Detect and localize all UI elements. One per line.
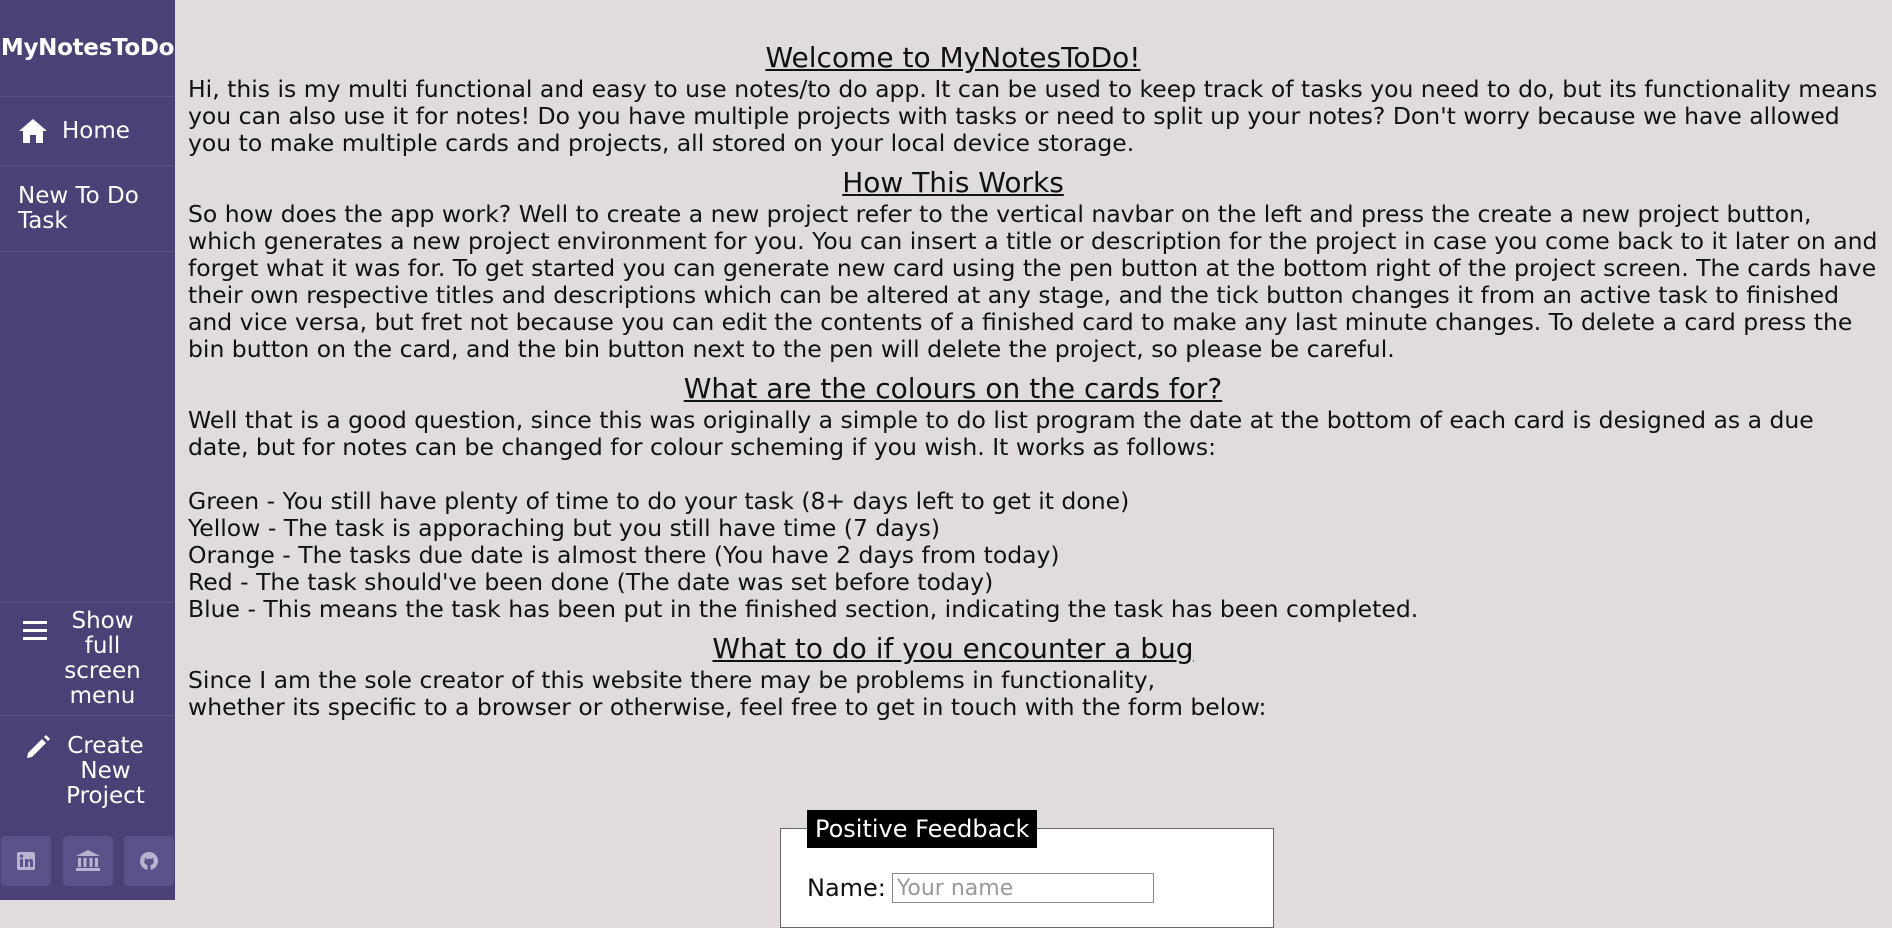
colours-list: Green - You still have plenty of time to…: [188, 488, 1878, 623]
colours-intro: Well that is a good question, since this…: [188, 406, 1814, 461]
nav-new-todo-task[interactable]: New To Do Task: [0, 166, 175, 252]
nav-home-label: Home: [62, 118, 130, 144]
how-text: So how does the app work? Well to create…: [188, 200, 1878, 363]
linkedin-link[interactable]: [1, 836, 51, 886]
bug-text-line-1: Since I am the sole creator of this webs…: [188, 666, 1156, 694]
name-label: Name:: [807, 874, 886, 902]
feedback-form: Positive Feedback Name:: [780, 810, 1274, 928]
how-heading: How This Works: [842, 166, 1064, 199]
welcome-text: Hi, this is my multi functional and easy…: [188, 75, 1878, 157]
home-icon: [19, 119, 47, 143]
main-content: Welcome to MyNotesToDo! Hi, this is my m…: [188, 40, 1878, 721]
name-input[interactable]: [891, 873, 1154, 903]
show-full-screen-menu-button[interactable]: Show full screen menu: [0, 602, 175, 716]
welcome-heading: Welcome to MyNotesToDo!: [765, 41, 1141, 74]
colour-item-red: Red - The task should've been done (The …: [188, 568, 994, 596]
feedback-legend: Positive Feedback: [807, 810, 1038, 848]
bug-heading: What to do if you encounter a bug: [712, 632, 1194, 665]
colour-item-blue: Blue - This means the task has been put …: [188, 595, 1419, 623]
bank-icon: [75, 850, 100, 871]
github-link[interactable]: [124, 836, 174, 886]
sidebar: MyNotesToDo Home New To Do Task Show ful…: [0, 0, 175, 900]
colour-item-orange: Orange - The tasks due date is almost th…: [188, 541, 1060, 569]
colour-item-yellow: Yellow - The task is apporaching but you…: [188, 514, 940, 542]
social-links: [0, 836, 175, 886]
colour-item-green: Green - You still have plenty of time to…: [188, 487, 1130, 515]
hamburger-icon: [22, 621, 47, 640]
create-project-label: Create New Project: [66, 732, 145, 809]
pen-icon: [26, 735, 50, 758]
nav-new-todo-label: New To Do Task: [18, 182, 139, 234]
name-row: Name:: [807, 873, 1154, 903]
github-icon: [140, 852, 158, 870]
bank-link[interactable]: [62, 836, 113, 886]
bug-text-line-2: whether its specific to a browser or oth…: [188, 693, 1267, 721]
colours-heading: What are the colours on the cards for?: [683, 372, 1223, 405]
nav-home[interactable]: Home: [0, 97, 175, 166]
brand-logo[interactable]: MyNotesToDo: [0, 0, 175, 97]
linkedin-icon: [17, 852, 35, 870]
fullmenu-label: Show full screen menu: [64, 608, 141, 709]
create-new-project-button[interactable]: Create New Project: [0, 716, 175, 826]
